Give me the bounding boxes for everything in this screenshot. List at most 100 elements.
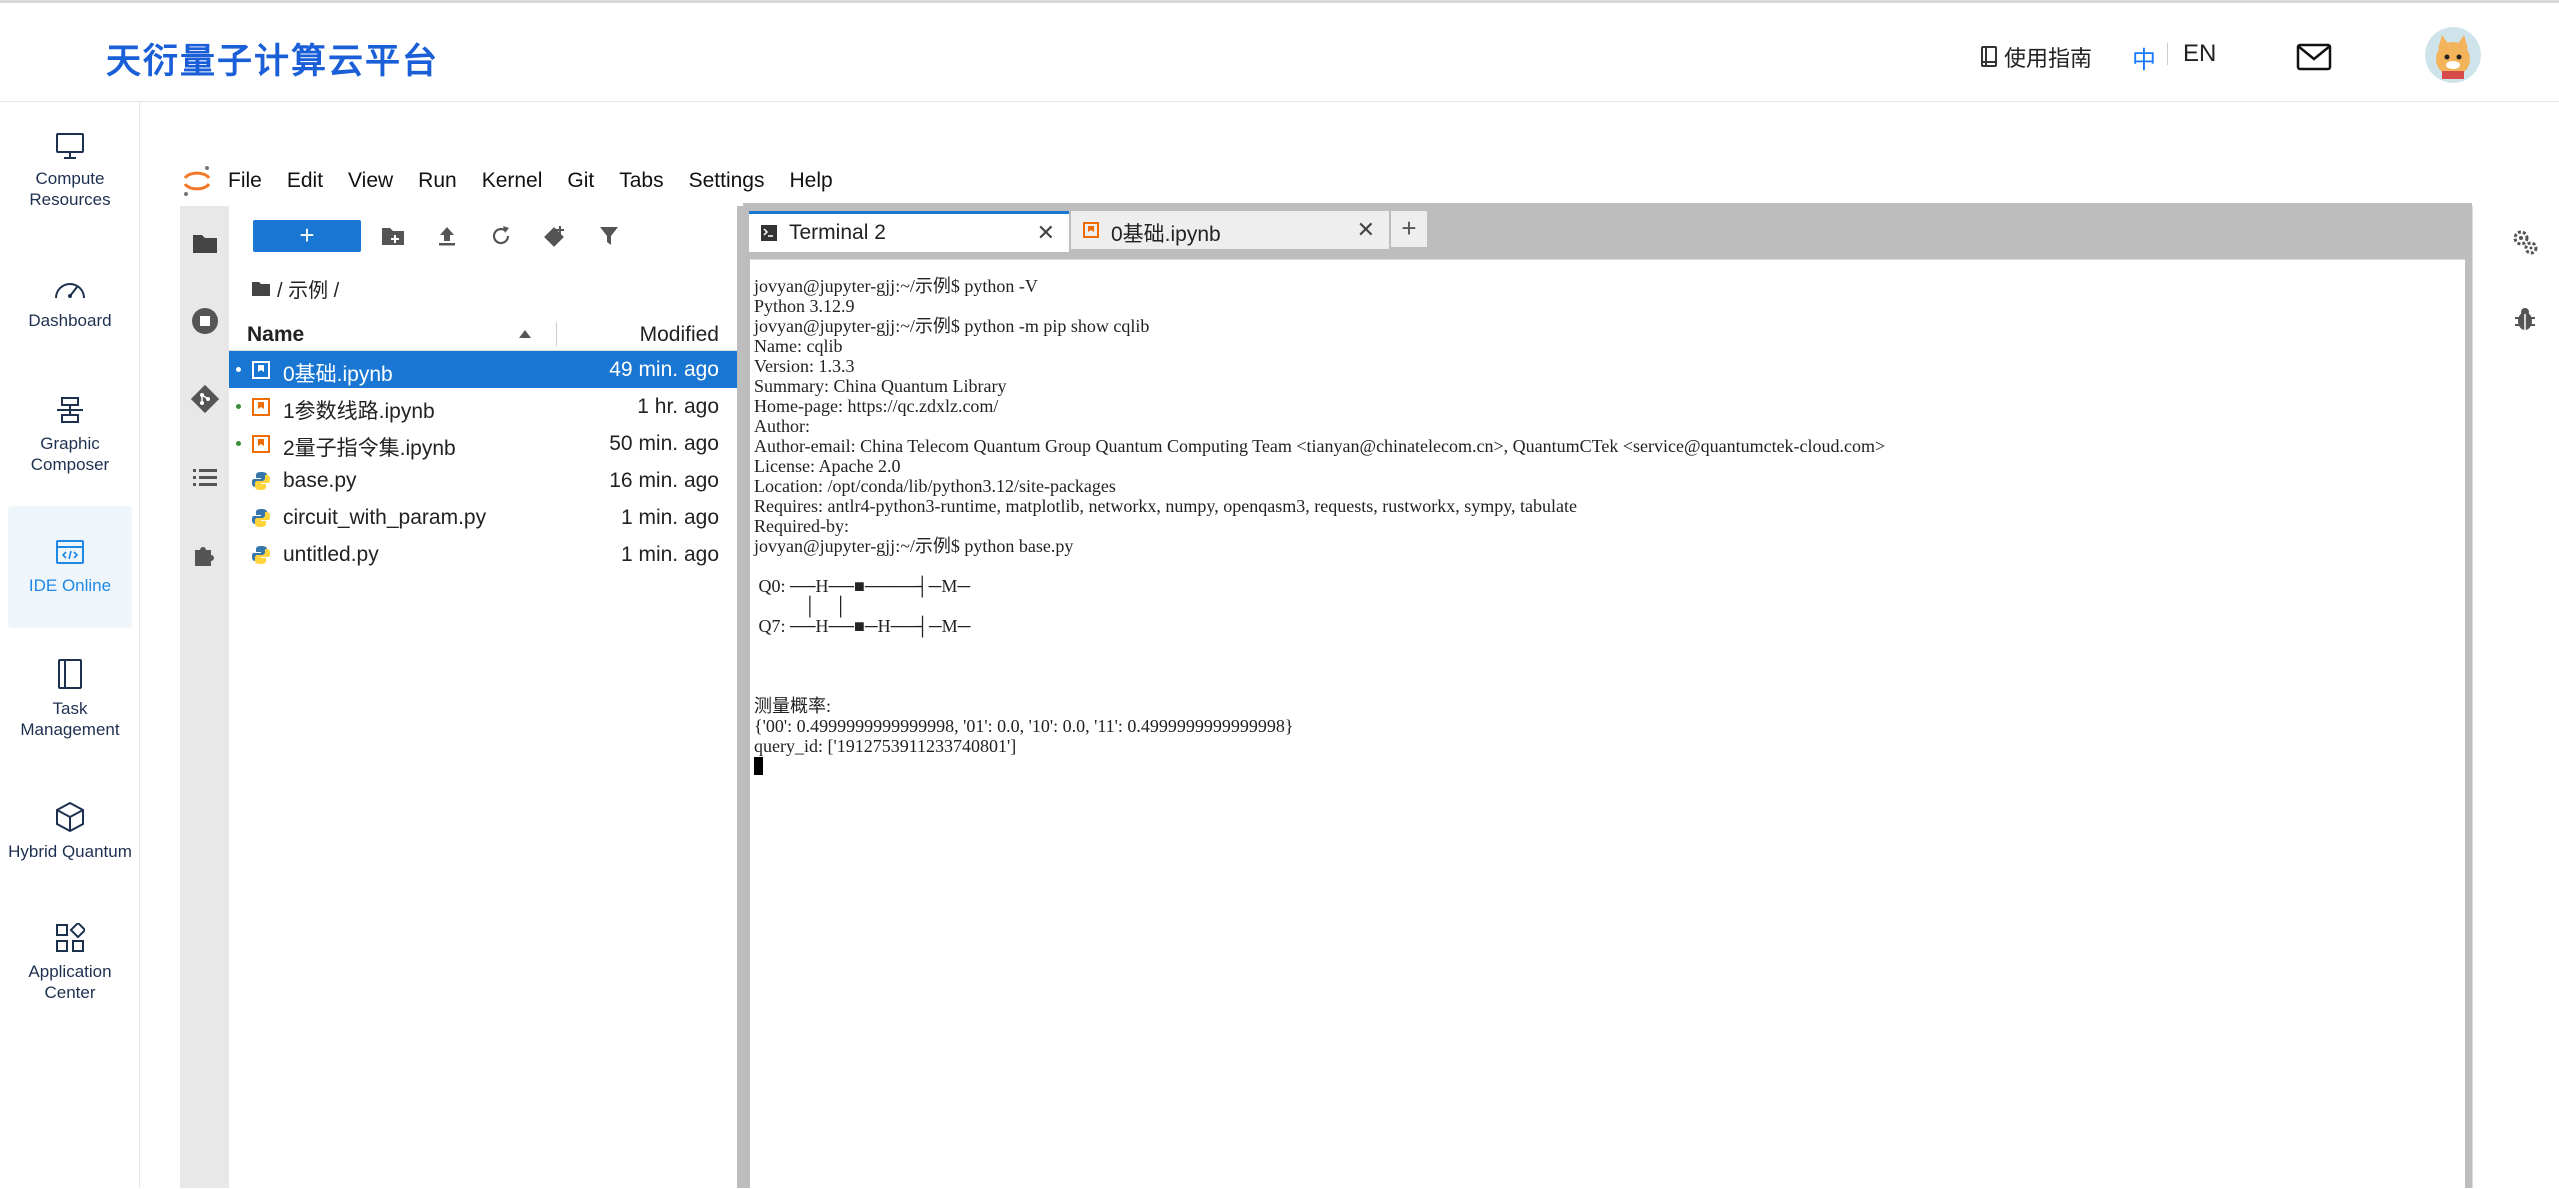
- file-modified: 49 min. ago: [609, 358, 719, 381]
- new-folder-icon[interactable]: [379, 222, 407, 250]
- upload-icon[interactable]: [433, 222, 461, 250]
- nav-compute-resources[interactable]: Compute Resources: [8, 110, 132, 232]
- menu-view[interactable]: View: [348, 169, 393, 193]
- tab-notebook-0[interactable]: 0基础.ipynb ✕: [1071, 211, 1389, 249]
- activity-bar: [180, 206, 230, 1188]
- brand-title[interactable]: 天衍量子计算云平台: [106, 33, 439, 84]
- menu-edit[interactable]: Edit: [287, 169, 323, 193]
- nav-ide-online[interactable]: IDE Online: [8, 506, 132, 628]
- toc-tab[interactable]: [188, 460, 221, 493]
- left-nav: Compute Resources Dashboard Graphic Comp…: [0, 102, 140, 1188]
- nav-label: Graphic Composer: [30, 434, 110, 474]
- debugger-bug-icon[interactable]: [2513, 306, 2537, 337]
- terminal-line: Q7: ──H──■─H──┤─M─: [754, 616, 971, 636]
- refresh-icon[interactable]: [487, 222, 515, 250]
- book-icon: [58, 659, 82, 689]
- terminal-line: {'00': 0.4999999999999998, '01': 0.0, '1…: [754, 716, 1294, 736]
- column-divider[interactable]: [556, 322, 557, 346]
- file-modified: 1 hr. ago: [637, 395, 719, 418]
- nav-graphic-composer[interactable]: Graphic Composer: [8, 374, 132, 496]
- terminal-line: jovyan@jupyter-gjj:~/示例$ python -V: [754, 276, 1038, 296]
- extensions-tab[interactable]: [188, 538, 221, 571]
- git-clone-icon[interactable]: [541, 222, 569, 250]
- running-sessions-tab[interactable]: [188, 304, 221, 337]
- menu-git[interactable]: Git: [567, 169, 594, 193]
- terminal-line: Summary: China Quantum Library: [754, 376, 1007, 396]
- terminal-line: jovyan@jupyter-gjj:~/示例$ python -m pip s…: [754, 316, 1150, 336]
- filter-icon[interactable]: [595, 222, 623, 250]
- terminal-line: Home-page: https://qc.zdxlz.com/: [754, 396, 999, 416]
- file-name: untitled.py: [283, 543, 379, 566]
- file-row-1[interactable]: 1参数线路.ipynb 1 hr. ago: [229, 388, 737, 425]
- gauge-icon: [55, 282, 85, 298]
- file-browser-tab[interactable]: [188, 226, 221, 259]
- terminal-line: Requires: antlr4-python3-runtime, matplo…: [754, 496, 1578, 516]
- monitor-icon: [56, 133, 84, 159]
- sort-asc-icon: [519, 330, 531, 338]
- python-icon: [252, 546, 270, 564]
- user-guide-link[interactable]: 使用指南: [1980, 41, 2092, 73]
- terminal-panel[interactable]: jovyan@jupyter-gjj:~/示例$ python -V Pytho…: [750, 259, 2465, 1189]
- app-header: 天衍量子计算云平台 使用指南 中 EN: [0, 3, 2559, 102]
- nav-label: Compute Resources: [29, 169, 111, 209]
- terminal-line: query_id: ['1912753911233740801']: [754, 736, 1017, 756]
- terminal-line: Required-by:: [754, 516, 849, 536]
- menu-settings[interactable]: Settings: [689, 169, 765, 193]
- close-tab-icon[interactable]: ✕: [1037, 220, 1055, 246]
- file-row-2[interactable]: 2量子指令集.ipynb 50 min. ago: [229, 425, 737, 462]
- nav-application-center[interactable]: Application Center: [8, 902, 132, 1024]
- nav-dashboard[interactable]: Dashboard: [8, 242, 132, 364]
- running-indicator: [236, 441, 241, 446]
- file-name: 0基础.ipynb: [283, 363, 393, 386]
- file-row-3[interactable]: base.py 16 min. ago: [229, 462, 737, 499]
- tab-terminal-2[interactable]: Terminal 2 ✕: [749, 211, 1069, 252]
- menu-run[interactable]: Run: [418, 169, 457, 193]
- user-avatar[interactable]: [2425, 27, 2481, 83]
- breadcrumb-folder-icon[interactable]: [251, 281, 271, 297]
- close-tab-icon[interactable]: ✕: [1357, 217, 1375, 243]
- menu-tabs[interactable]: Tabs: [619, 169, 663, 193]
- file-row-0[interactable]: 0基础.ipynb 49 min. ago: [229, 351, 737, 388]
- nav-task-management[interactable]: Task Management: [8, 638, 132, 760]
- mail-icon[interactable]: [2296, 43, 2332, 76]
- notebook-icon: [252, 435, 270, 453]
- apps-grid-icon: [56, 923, 85, 952]
- new-launcher-button[interactable]: +: [253, 220, 361, 252]
- terminal-line: Author-email: China Telecom Quantum Grou…: [754, 436, 1886, 456]
- file-row-5[interactable]: untitled.py 1 min. ago: [229, 536, 737, 573]
- jupyter-logo-icon[interactable]: [180, 164, 214, 198]
- stop-circle-icon: [191, 307, 218, 334]
- menu-kernel[interactable]: Kernel: [482, 169, 543, 193]
- folder-icon: [192, 234, 217, 253]
- column-name-header[interactable]: Name: [247, 323, 304, 347]
- main-dock: Terminal 2 ✕ 0基础.ipynb ✕ + jovyan@jupyte…: [743, 203, 2472, 1189]
- tab-label: 0基础.ipynb: [1111, 223, 1221, 246]
- nav-label: Application Center: [28, 962, 112, 1002]
- menu-help[interactable]: Help: [790, 169, 833, 193]
- terminal-line: 测量概率:: [754, 696, 832, 716]
- terminal-line: │ │: [754, 596, 848, 616]
- breadcrumb-path[interactable]: / 示例 /: [277, 274, 339, 303]
- file-browser: + / 示例 / Name Modified 0基础.ipynb 49 min.…: [229, 206, 737, 1188]
- lang-en-button[interactable]: EN: [2183, 40, 2216, 68]
- terminal-line: Python 3.12.9: [754, 296, 855, 316]
- nav-hybrid-quantum[interactable]: Hybrid Quantum: [8, 770, 132, 892]
- puzzle-icon: [194, 546, 214, 566]
- file-row-4[interactable]: circuit_with_param.py 1 min. ago: [229, 499, 737, 536]
- circuit-icon: [57, 397, 83, 423]
- tab-label: Terminal 2: [789, 221, 886, 244]
- add-tab-button[interactable]: +: [1391, 211, 1427, 247]
- python-icon: [252, 509, 270, 527]
- terminal-line: Q0: ──H──■────┤─M─: [754, 576, 971, 596]
- lang-zh-button[interactable]: 中: [2132, 40, 2156, 75]
- file-modified: 16 min. ago: [609, 469, 719, 492]
- terminal-output[interactable]: jovyan@jupyter-gjj:~/示例$ python -V Pytho…: [754, 276, 1885, 776]
- git-tab[interactable]: [188, 382, 221, 415]
- notebook-icon: [252, 398, 270, 416]
- menu-file[interactable]: File: [228, 169, 262, 193]
- code-window-icon: [56, 539, 84, 564]
- nav-label: Dashboard: [28, 310, 112, 330]
- property-inspector-gears-icon[interactable]: [2511, 228, 2539, 261]
- breadcrumb: / 示例 /: [251, 274, 339, 303]
- column-modified-header[interactable]: Modified: [640, 323, 719, 347]
